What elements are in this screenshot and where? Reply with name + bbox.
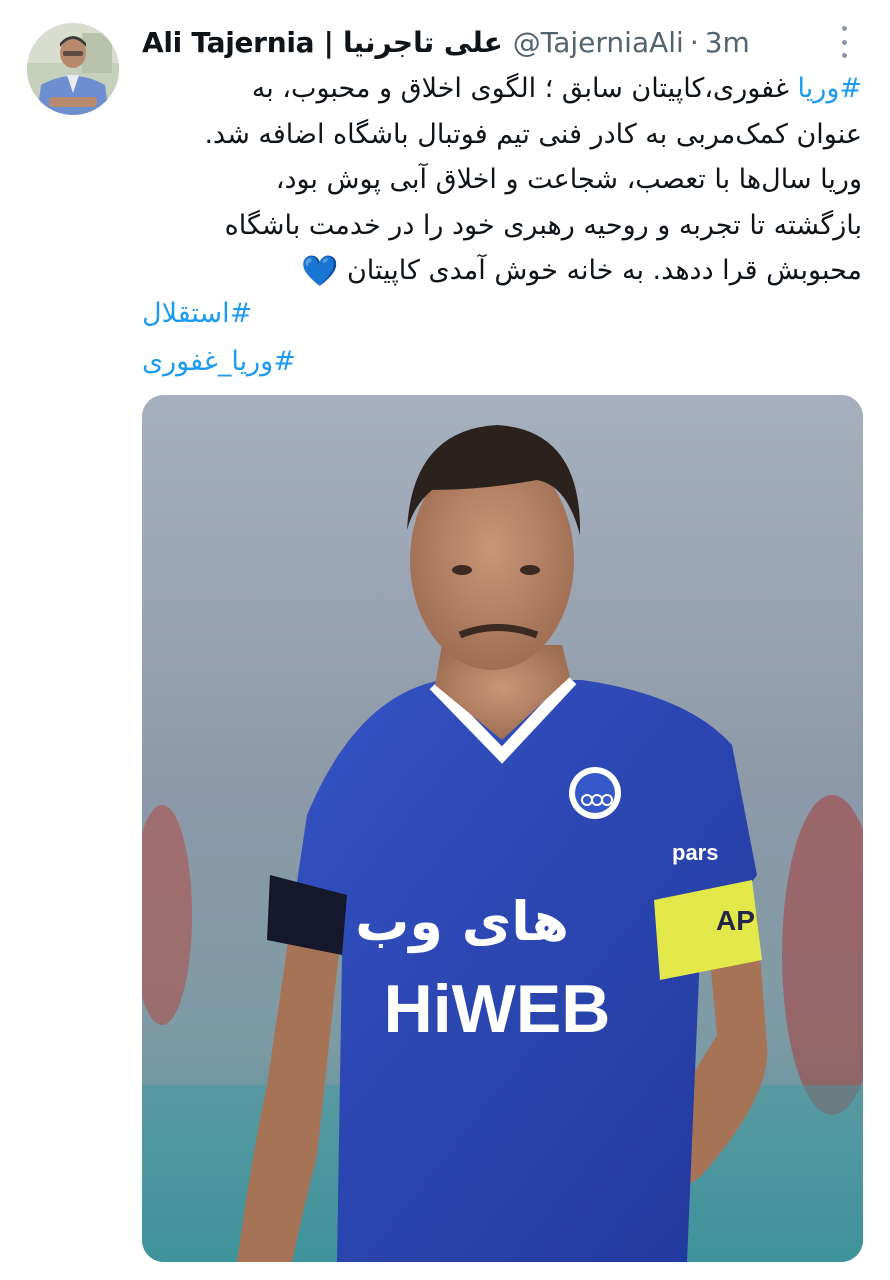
sleeve-text: pars xyxy=(672,840,718,865)
blue-heart-icon: 💙 xyxy=(300,254,339,289)
avatar[interactable] xyxy=(27,23,119,115)
tweet[interactable]: Ali Tajernia | علی تاجرنیا @TajerniaAli … xyxy=(0,0,890,1280)
armband-text: AP xyxy=(716,905,755,936)
tweet-text-line-4: بازگشته تا تجربه و روحیه رهبری خود را در… xyxy=(224,209,862,241)
tweet-media-photo[interactable]: pars AP های وب HiWEB xyxy=(142,395,863,1262)
hashtag-link[interactable]: #وریا_غفوری xyxy=(142,338,296,386)
author-display-name[interactable]: Ali Tajernia | علی تاجرنیا xyxy=(142,26,503,59)
tweet-timestamp[interactable]: 3m xyxy=(705,26,750,59)
tweet-header: Ali Tajernia | علی تاجرنیا @TajerniaAli … xyxy=(142,22,842,62)
jersey-sponsor-en: HiWEB xyxy=(384,971,611,1047)
more-vertical-icon[interactable] xyxy=(834,26,854,58)
tweet-text-line-3: وریا سال‌ها با تعصب، شجاعت و اخلاق آبی پ… xyxy=(275,164,862,195)
tweet-text-line-5: محبوبش قرا ددهد. به خانه خوش آمدی کاپیتا… xyxy=(142,248,862,295)
separator-dot: · xyxy=(689,25,699,59)
tweet-text-line-1: #وریا غفوری،کاپیتان سابق ؛ الگوی اخلاق و… xyxy=(142,66,862,112)
jersey-sponsor-fa: های وب xyxy=(355,890,569,953)
tweet-text-segment: غفوری،کاپیتان سابق ؛ الگوی اخلاق و محبوب… xyxy=(251,73,798,104)
hashtag-link[interactable]: #وریا xyxy=(798,73,862,104)
hashtag-link[interactable]: #استقلال xyxy=(142,290,296,338)
tweet-text-segment: محبوبش قرا ددهد. به خانه خوش آمدی کاپیتا… xyxy=(346,255,862,286)
hashtag-list: #استقلال #وریا_غفوری xyxy=(142,290,296,386)
tweet-body: #وریا غفوری،کاپیتان سابق ؛ الگوی اخلاق و… xyxy=(142,66,862,295)
tweet-text-line-2: عنوان کمک‌مربی به کادر فنی تیم فوتبال با… xyxy=(204,118,862,150)
author-handle[interactable]: @TajerniaAli xyxy=(513,26,684,59)
